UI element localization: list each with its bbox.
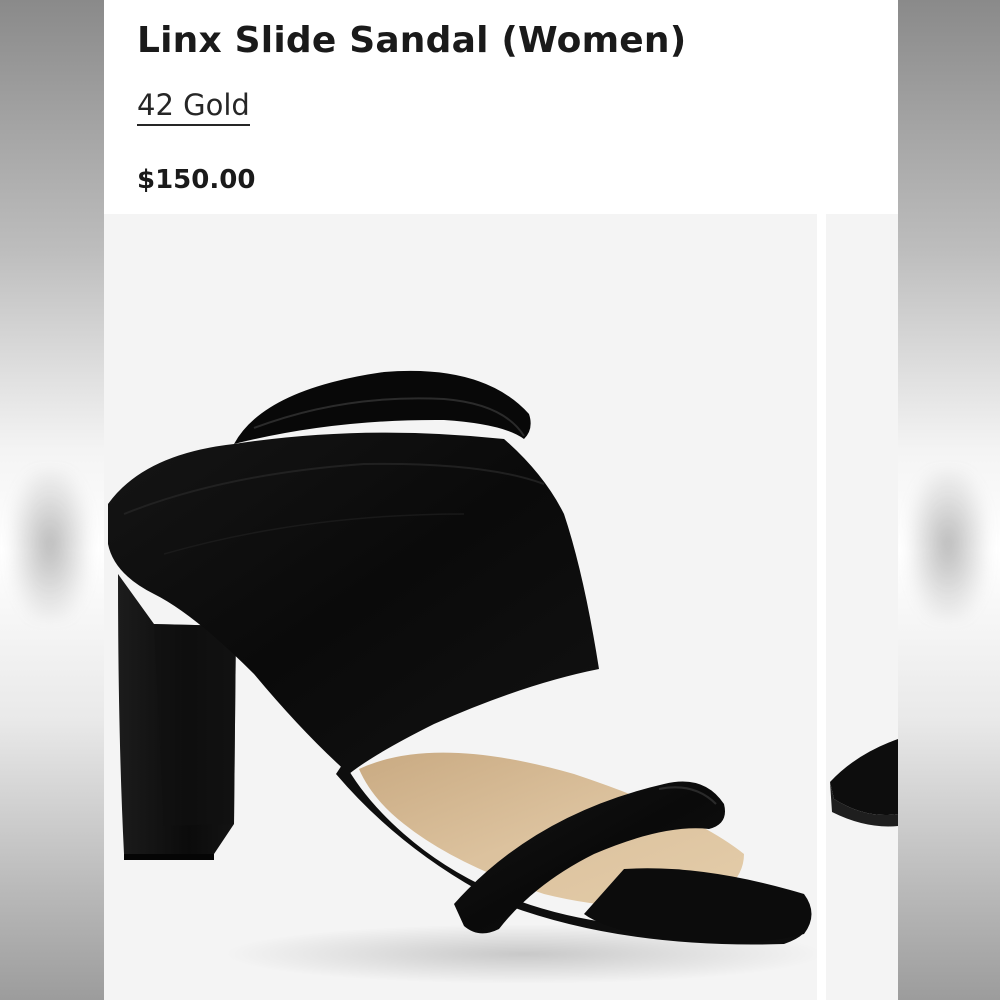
product-image-sandal	[108, 370, 817, 984]
product-header: Linx Slide Sandal (Women) 42 Gold $150.0…	[104, 0, 898, 214]
blurred-shoe-left	[10, 470, 90, 620]
blurred-background-left	[0, 0, 104, 1000]
carousel-slide-current[interactable]	[104, 214, 817, 1000]
carousel-slide-next[interactable]	[826, 214, 898, 1000]
product-title: Linx Slide Sandal (Women)	[137, 20, 687, 61]
product-price: $150.00	[137, 165, 256, 195]
variant-selector-link[interactable]: 42 Gold	[137, 88, 250, 126]
blurred-background-right	[898, 0, 1000, 1000]
next-product-image	[830, 739, 898, 827]
blurred-shoe-right	[908, 470, 988, 620]
image-carousel[interactable]	[104, 214, 898, 1000]
product-detail-panel: Linx Slide Sandal (Women) 42 Gold $150.0…	[104, 0, 898, 1000]
